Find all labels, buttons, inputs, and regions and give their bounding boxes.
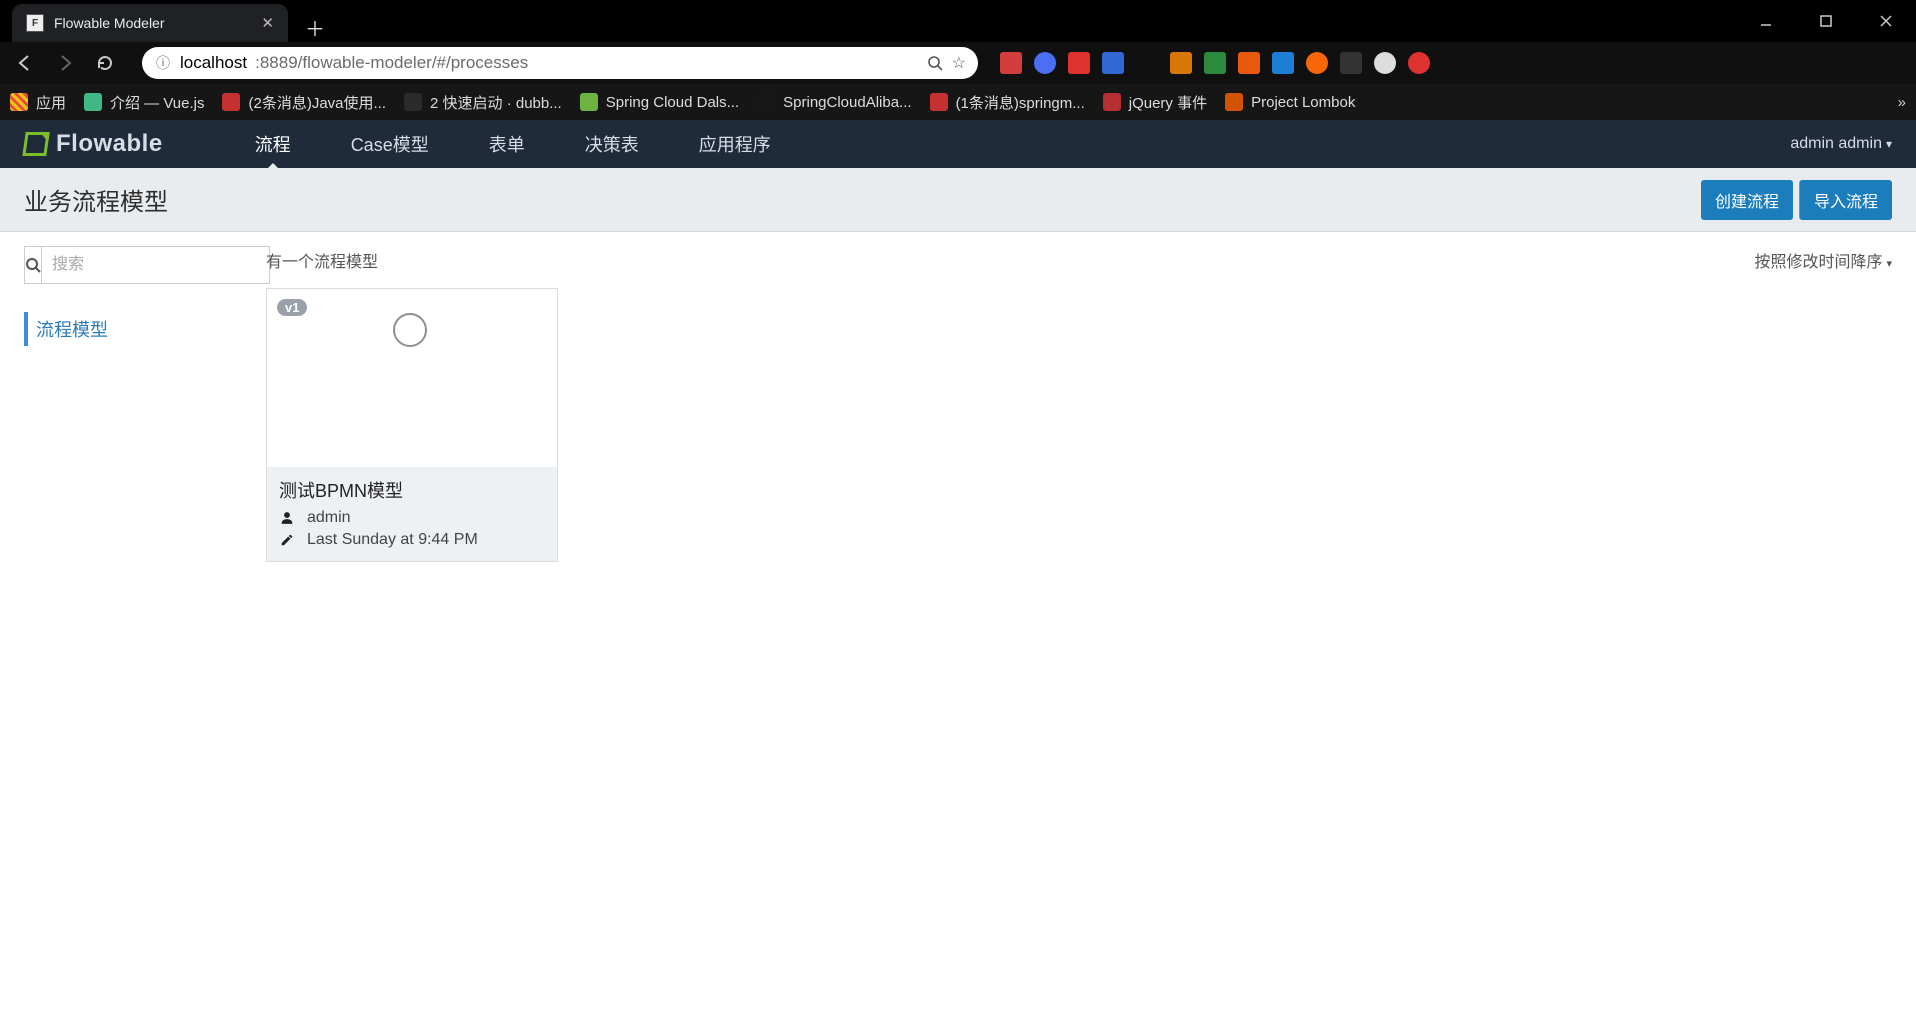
bookmark-star-icon[interactable]: ☆ <box>952 53 966 73</box>
primary-nav: 流程 Case模型 表单 决策表 应用程序 <box>253 119 773 169</box>
window-maximize-icon[interactable] <box>1796 0 1856 42</box>
process-model-card[interactable]: v1 测试BPMN模型 admin <box>266 288 558 562</box>
version-badge: v1 <box>277 299 307 316</box>
main-content: 有一个流程模型 按照修改时间降序 ▾ v1 测试BPMN模型 <box>266 246 1892 562</box>
model-thumbnail: v1 <box>267 289 557 467</box>
bookmark-favicon <box>1103 93 1121 111</box>
site-info-icon[interactable]: ⓘ <box>154 53 172 73</box>
back-button[interactable] <box>10 48 40 78</box>
extension-icon[interactable] <box>1408 52 1430 74</box>
user-menu[interactable]: admin admin ▾ <box>1790 135 1892 153</box>
extension-icon[interactable] <box>1204 52 1226 74</box>
bookmark-item[interactable]: (2条消息)Java使用... <box>222 92 386 113</box>
bookmark-item[interactable]: SpringCloudAliba... <box>757 93 911 111</box>
bookmark-favicon <box>930 93 948 111</box>
browser-titlebar: F Flowable Modeler ✕ ＋ <box>0 0 1916 42</box>
search-button[interactable] <box>24 246 41 284</box>
tab-favicon: F <box>26 14 44 32</box>
sort-dropdown[interactable]: 按照修改时间降序 ▾ <box>1754 248 1892 272</box>
bookmark-label: (1条消息)springm... <box>956 92 1085 113</box>
bookmark-item[interactable]: 应用 <box>10 92 66 113</box>
bookmark-item[interactable]: Project Lombok <box>1225 93 1355 111</box>
model-author: admin <box>307 509 351 527</box>
nav-processes[interactable]: 流程 <box>253 119 293 169</box>
url-path: :8889/flowable-modeler/#/processes <box>255 53 528 73</box>
result-count-text: 有一个流程模型 <box>266 248 378 272</box>
search-input[interactable] <box>41 246 270 284</box>
create-process-button[interactable]: 创建流程 <box>1701 180 1793 220</box>
tab-close-icon[interactable]: ✕ <box>261 14 274 32</box>
bookmark-favicon <box>757 93 775 111</box>
bookmark-label: Project Lombok <box>1251 94 1355 111</box>
extension-icon[interactable] <box>1102 52 1124 74</box>
bookmark-label: Spring Cloud Dals... <box>606 94 739 111</box>
flowable-logo-icon <box>22 132 49 156</box>
nav-case-models[interactable]: Case模型 <box>349 119 431 169</box>
zoom-icon[interactable] <box>926 54 944 72</box>
brand-logo[interactable]: Flowable <box>24 130 163 158</box>
bpmn-start-event-icon <box>393 313 427 347</box>
sort-label: 按照修改时间降序 <box>1754 254 1882 271</box>
bookmark-item[interactable]: jQuery 事件 <box>1103 92 1207 113</box>
bookmark-label: jQuery 事件 <box>1129 92 1207 113</box>
extension-icon[interactable] <box>1068 52 1090 74</box>
nav-decision-tables[interactable]: 决策表 <box>583 119 641 169</box>
bookmark-label: (2条消息)Java使用... <box>248 92 386 113</box>
bookmarks-bar: 应用 介绍 — Vue.js (2条消息)Java使用... 2 快速启动 · … <box>0 84 1916 120</box>
sidebar-filter-process-models[interactable]: 流程模型 <box>24 312 246 346</box>
nav-apps[interactable]: 应用程序 <box>697 119 773 169</box>
window-minimize-icon[interactable] <box>1736 0 1796 42</box>
reload-button[interactable] <box>90 48 120 78</box>
bookmark-favicon <box>10 93 28 111</box>
bookmark-item[interactable]: Spring Cloud Dals... <box>580 93 739 111</box>
extension-icon[interactable] <box>1238 52 1260 74</box>
brand-text: Flowable <box>56 130 163 158</box>
extension-icon[interactable] <box>1034 52 1056 74</box>
bookmark-label: 应用 <box>36 92 66 113</box>
bookmark-favicon <box>404 93 422 111</box>
bookmark-label: SpringCloudAliba... <box>783 94 911 111</box>
forward-button[interactable] <box>50 48 80 78</box>
model-modified: Last Sunday at 9:44 PM <box>307 531 478 549</box>
pencil-icon <box>279 533 295 547</box>
browser-toolbar: ⓘ localhost :8889/flowable-modeler/#/proc… <box>0 42 1916 84</box>
bookmark-favicon <box>84 93 102 111</box>
bookmark-label: 介绍 — Vue.js <box>110 92 204 113</box>
window-close-icon[interactable] <box>1856 0 1916 42</box>
tab-title: Flowable Modeler <box>54 15 165 31</box>
bookmark-favicon <box>222 93 240 111</box>
user-icon <box>279 511 295 525</box>
sidebar: 流程模型 <box>24 246 246 562</box>
address-bar[interactable]: ⓘ localhost :8889/flowable-modeler/#/proc… <box>142 47 978 79</box>
new-tab-button[interactable]: ＋ <box>300 12 330 42</box>
extension-icon[interactable] <box>1000 52 1022 74</box>
bookmark-favicon <box>1225 93 1243 111</box>
app-header: Flowable 流程 Case模型 表单 决策表 应用程序 admin adm… <box>0 120 1916 168</box>
model-name: 测试BPMN模型 <box>279 477 545 503</box>
subheader: 业务流程模型 创建流程 导入流程 <box>0 168 1916 232</box>
chevron-down-icon: ▾ <box>1886 258 1892 270</box>
nav-forms[interactable]: 表单 <box>487 119 527 169</box>
bookmark-item[interactable]: (1条消息)springm... <box>930 92 1085 113</box>
import-process-button[interactable]: 导入流程 <box>1799 180 1892 220</box>
page-title: 业务流程模型 <box>24 182 168 217</box>
bookmark-item[interactable]: 介绍 — Vue.js <box>84 92 204 113</box>
extension-icon[interactable] <box>1374 52 1396 74</box>
extension-icon[interactable] <box>1340 52 1362 74</box>
url-host: localhost <box>180 53 247 73</box>
extensions-area <box>1000 52 1430 74</box>
bookmark-label: 2 快速启动 · dubb... <box>430 92 562 113</box>
bookmark-item[interactable]: 2 快速启动 · dubb... <box>404 92 562 113</box>
browser-tab[interactable]: F Flowable Modeler ✕ <box>12 4 288 42</box>
bookmarks-overflow-icon[interactable]: » <box>1898 94 1906 111</box>
bookmark-favicon <box>580 93 598 111</box>
user-label: admin admin <box>1790 135 1882 152</box>
extension-icon[interactable] <box>1306 52 1328 74</box>
chevron-down-icon: ▾ <box>1886 137 1892 151</box>
extension-icon[interactable] <box>1272 52 1294 74</box>
search-icon <box>25 257 41 273</box>
extension-icon[interactable] <box>1136 52 1158 74</box>
extension-icon[interactable] <box>1170 52 1192 74</box>
